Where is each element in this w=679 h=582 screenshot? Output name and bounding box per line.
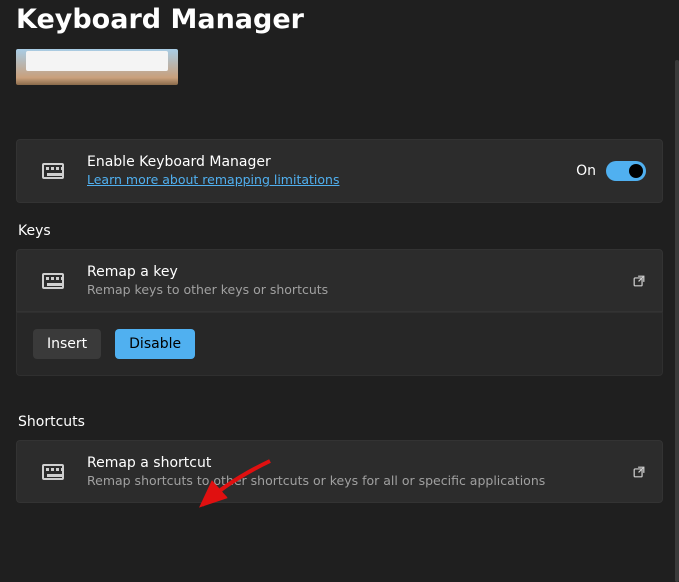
remap-shortcut-title: Remap a shortcut — [87, 455, 632, 471]
enable-keyboard-manager-card: Enable Keyboard Manager Learn more about… — [16, 139, 663, 203]
section-shortcuts-label: Shortcuts — [18, 414, 663, 430]
page-title: Keyboard Manager — [0, 0, 679, 47]
open-external-icon — [632, 274, 646, 288]
enable-toggle[interactable] — [606, 161, 646, 181]
remap-key-assignments: Insert Disable — [16, 312, 663, 376]
keyboard-icon — [42, 163, 64, 179]
remap-key-title: Remap a key — [87, 264, 632, 280]
scrollbar-track[interactable] — [675, 60, 679, 582]
remap-key-card[interactable]: Remap a key Remap keys to other keys or … — [16, 249, 663, 312]
key-chip-disable[interactable]: Disable — [115, 329, 195, 359]
learn-more-link[interactable]: Learn more about remapping limitations — [87, 172, 339, 187]
open-external-icon — [632, 465, 646, 479]
remap-shortcut-sub: Remap shortcuts to other shortcuts or ke… — [87, 473, 632, 488]
keyboard-icon — [42, 273, 64, 289]
remap-key-sub: Remap keys to other keys or shortcuts — [87, 282, 632, 297]
key-chip-insert[interactable]: Insert — [33, 329, 101, 359]
keyboard-icon — [42, 464, 64, 480]
remap-shortcut-card[interactable]: Remap a shortcut Remap shortcuts to othe… — [16, 440, 663, 503]
toggle-state-label: On — [576, 163, 596, 179]
section-keys-label: Keys — [18, 223, 663, 239]
enable-title: Enable Keyboard Manager — [87, 154, 576, 170]
preview-thumbnail — [16, 49, 178, 85]
